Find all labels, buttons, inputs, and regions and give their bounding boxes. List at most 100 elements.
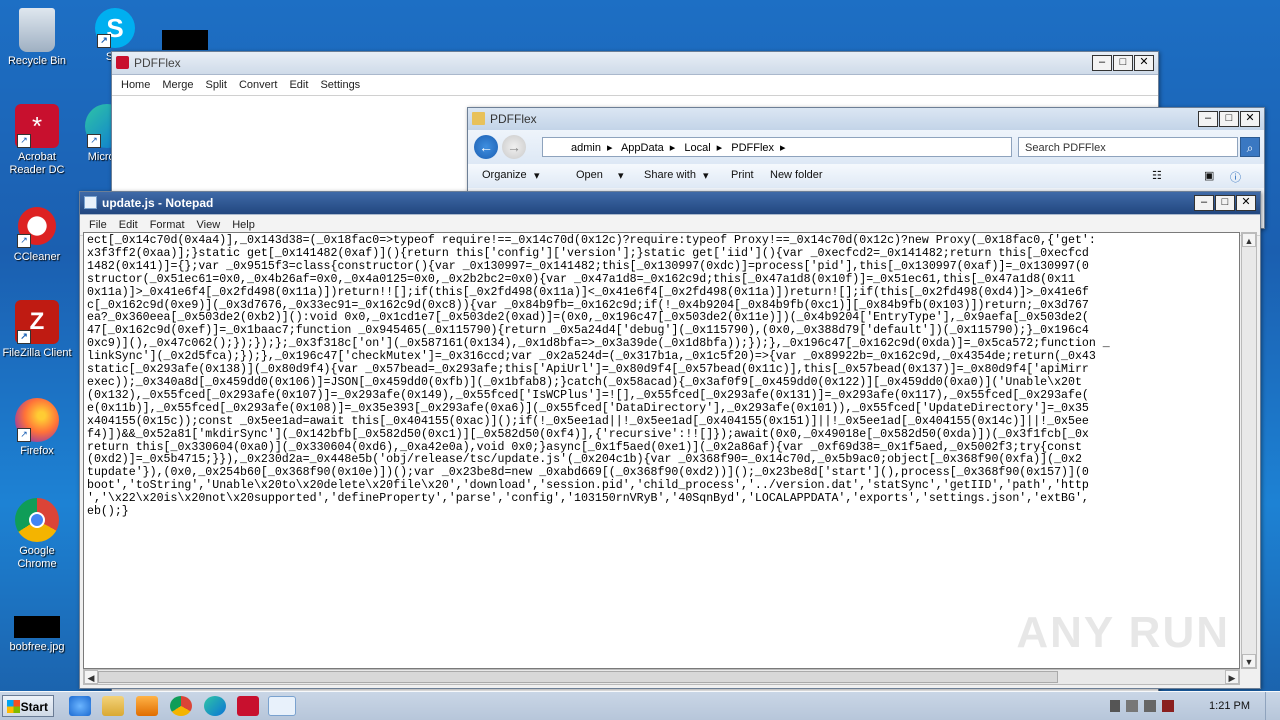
breadcrumb-admin[interactable]: admin	[571, 142, 601, 154]
scroll-right-arrow[interactable]: ▶	[1225, 670, 1239, 684]
notepad-icon	[84, 196, 97, 209]
text-editor[interactable]: ect[_0x14c70d(0x4a4)],_0x143d38=(_0x18fa…	[83, 232, 1240, 669]
scroll-left-arrow[interactable]: ◀	[84, 670, 98, 684]
menu-help[interactable]: Help	[227, 217, 260, 233]
vertical-scrollbar[interactable]: ▲ ▼	[1241, 232, 1257, 669]
preview-pane-icon[interactable]: ▣	[1204, 169, 1214, 182]
open-button[interactable]: Open	[576, 169, 603, 181]
folder-icon	[472, 112, 485, 125]
desktop-icon-acrobat[interactable]: * ↗ Acrobat Reader DC	[0, 104, 74, 177]
scroll-up-arrow[interactable]: ▲	[1242, 233, 1256, 247]
close-button[interactable]: ✕	[1236, 195, 1256, 211]
media-player-icon[interactable]	[136, 696, 158, 716]
notepad-task-icon[interactable]	[268, 696, 296, 716]
edge-icon[interactable]	[204, 696, 226, 716]
flag-icon[interactable]	[1110, 700, 1120, 712]
maximize-button[interactable]: □	[1113, 55, 1133, 71]
desktop-icon-recycle-bin[interactable]: Recycle Bin	[0, 8, 74, 68]
tray-icons	[1110, 700, 1200, 712]
firefox-icon: ↗	[15, 398, 59, 442]
menu-format[interactable]: Format	[145, 217, 190, 233]
ie-icon[interactable]	[69, 696, 91, 716]
horizontal-scrollbar[interactable]: ◀ ▶	[83, 669, 1240, 685]
desktop-icon-filezilla[interactable]: Z ↗ FileZilla Client	[0, 300, 74, 360]
print-button[interactable]: Print	[731, 169, 754, 181]
filezilla-icon: Z ↗	[15, 300, 59, 344]
recycle-bin-icon	[19, 8, 55, 52]
menu-home[interactable]: Home	[116, 77, 155, 93]
explorer-titlebar[interactable]: PDFFlex – □ ✕	[468, 108, 1264, 131]
skype-icon: S ↗	[95, 8, 135, 48]
chevron-right-icon: ▸	[780, 142, 786, 154]
close-button[interactable]: ✕	[1240, 111, 1260, 127]
desktop-icon-label: FileZilla Client	[2, 347, 72, 359]
window-title: PDFFlex	[134, 56, 181, 70]
desktop-icon-label: Google Chrome	[17, 545, 57, 570]
chevron-right-icon: ▸	[716, 142, 723, 154]
search-icon[interactable]: ⌕	[1240, 137, 1260, 157]
desktop-icon-ccleaner[interactable]: ↗ CCleaner	[0, 204, 74, 264]
shield-icon[interactable]	[1162, 700, 1174, 712]
menu-settings[interactable]: Settings	[315, 77, 365, 93]
desktop-icon-label: Recycle Bin	[7, 55, 67, 67]
breadcrumb-appdata[interactable]: AppData	[621, 142, 664, 154]
search-input[interactable]: Search PDFFlex	[1018, 137, 1238, 157]
organize-button[interactable]: Organize	[482, 169, 527, 181]
window-title: PDFFlex	[490, 112, 537, 126]
notepad-window[interactable]: update.js - Notepad – □ ✕ File Edit Form…	[79, 191, 1261, 689]
menu-merge[interactable]: Merge	[157, 77, 198, 93]
forward-button[interactable]: →	[502, 135, 526, 159]
share-with-button[interactable]: Share with	[644, 169, 696, 181]
chevron-down-icon: ▾	[534, 170, 540, 182]
breadcrumb-local[interactable]: Local	[684, 142, 710, 154]
chevron-down-icon: ▾	[618, 170, 624, 182]
close-button[interactable]: ✕	[1134, 55, 1154, 71]
chrome-icon[interactable]	[170, 696, 192, 716]
breadcrumb[interactable]: admin ▸ AppData ▸ Local ▸ PDFFlex ▸	[542, 137, 1012, 157]
desktop-icon-label: Acrobat Reader DC	[9, 151, 65, 176]
menu-edit[interactable]: Edit	[114, 217, 143, 233]
start-button[interactable]: Start	[2, 695, 54, 717]
command-bar: Organize ▾ Open ▾ Share with ▾ Print New…	[468, 164, 1264, 188]
chevron-right-icon: ▸	[606, 142, 613, 154]
window-title: update.js - Notepad	[102, 196, 214, 210]
scroll-down-arrow[interactable]: ▼	[1242, 654, 1256, 668]
desktop-icon-firefox[interactable]: ↗ Firefox	[0, 398, 74, 458]
view-options-icon[interactable]: ☷	[1152, 169, 1162, 182]
acrobat-icon[interactable]	[237, 696, 259, 716]
taskbar: Start 1:21 PM	[0, 691, 1280, 720]
menu-view[interactable]: View	[192, 217, 226, 233]
windows-logo-icon	[7, 700, 20, 713]
network-icon[interactable]	[1126, 700, 1138, 712]
desktop-icon-bobfree[interactable]: bobfree.jpg	[0, 616, 74, 654]
help-icon[interactable]: ⓘ	[1230, 169, 1241, 185]
pdfflex-menubar: Home Merge Split Convert Edit Settings	[112, 75, 1158, 96]
back-button[interactable]: ←	[474, 135, 498, 159]
address-bar-area: ← → admin ▸ AppData ▸ Local ▸ PDFFlex ▸ Sear…	[468, 130, 1264, 164]
menu-convert[interactable]: Convert	[234, 77, 283, 93]
volume-icon[interactable]	[1144, 700, 1156, 712]
clock[interactable]: 1:21 PM	[1209, 700, 1250, 712]
black-tile	[162, 30, 208, 50]
maximize-button[interactable]: □	[1215, 195, 1235, 211]
show-desktop-button[interactable]	[1265, 692, 1280, 720]
desktop-icon-label: CCleaner	[13, 251, 61, 263]
breadcrumb-pdfflex[interactable]: PDFFlex	[731, 142, 774, 154]
scroll-thumb[interactable]	[98, 671, 1058, 683]
minimize-button[interactable]: –	[1198, 111, 1218, 127]
menu-file[interactable]: File	[84, 217, 112, 233]
minimize-button[interactable]: –	[1092, 55, 1112, 71]
pdf-app-icon	[116, 56, 129, 69]
maximize-button[interactable]: □	[1219, 111, 1239, 127]
chrome-icon	[15, 498, 59, 542]
pdfflex-titlebar[interactable]: PDFFlex – □ ✕	[112, 52, 1158, 75]
minimize-button[interactable]: –	[1194, 195, 1214, 211]
desktop-icon-label: bobfree.jpg	[9, 641, 65, 653]
desktop-icon-chrome[interactable]: Google Chrome	[0, 498, 74, 571]
explorer-icon[interactable]	[102, 696, 124, 716]
notepad-titlebar[interactable]: update.js - Notepad – □ ✕	[80, 192, 1260, 215]
menu-split[interactable]: Split	[201, 77, 232, 93]
new-folder-button[interactable]: New folder	[770, 169, 823, 181]
chevron-right-icon: ▸	[669, 142, 676, 154]
menu-edit[interactable]: Edit	[284, 77, 313, 93]
